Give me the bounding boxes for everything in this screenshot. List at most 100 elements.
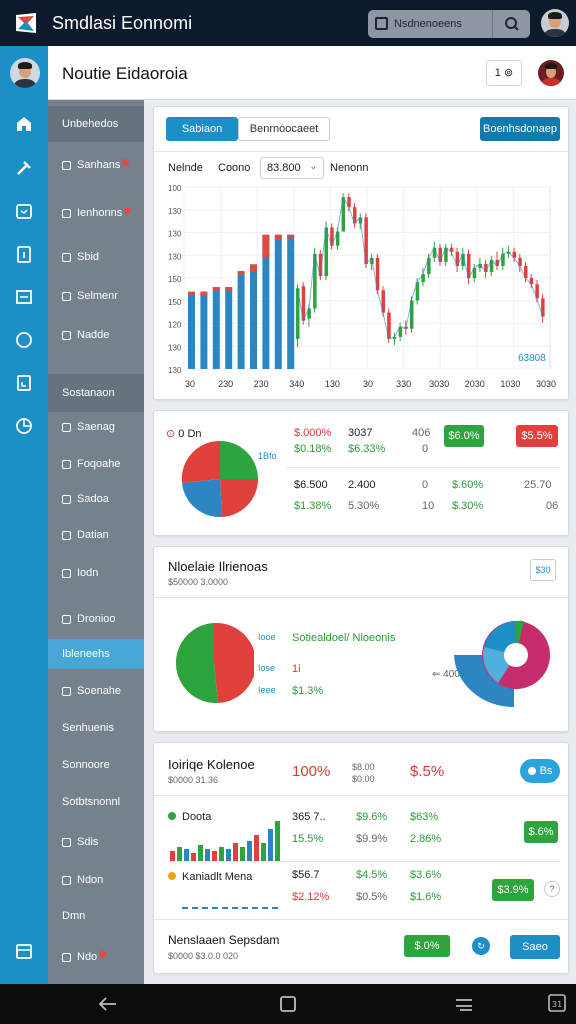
footer-positive-button[interactable]: $.0% <box>404 935 450 957</box>
sidebar-item[interactable]: Ienhonns <box>48 198 144 228</box>
sidebar-item[interactable]: Foqoahe <box>48 449 144 479</box>
sidebar-item[interactable]: Sotbtsnonnl <box>48 787 144 817</box>
sidebar-item[interactable]: Datian <box>48 520 144 550</box>
search-button[interactable] <box>492 10 530 38</box>
y-tick-label: 130 <box>168 366 182 375</box>
action-button[interactable]: Boenhsdonaep <box>480 117 560 141</box>
sidebar-item[interactable]: Dmn <box>48 901 144 931</box>
value-cell: 10 <box>422 500 435 512</box>
rail-avatar[interactable] <box>10 58 40 88</box>
sidebar-item[interactable]: Soenahe <box>48 676 144 706</box>
volume-bar <box>200 291 208 369</box>
chart-icon[interactable] <box>14 287 34 307</box>
home-icon[interactable] <box>278 994 298 1014</box>
value-cell: $56.7 <box>292 869 320 881</box>
screenshot-icon[interactable]: 31 <box>546 992 568 1014</box>
y-tick-label: 150 <box>168 298 182 307</box>
app-logo-icon[interactable] <box>14 11 38 35</box>
negative-change-button[interactable]: $5.5% <box>516 425 558 447</box>
filter-pill[interactable]: Bs <box>520 759 560 783</box>
tab-inactive[interactable]: Benrnoocaeet <box>238 117 330 141</box>
pie-chart-icon[interactable] <box>14 416 34 436</box>
clipboard-icon[interactable] <box>14 244 34 264</box>
chat-icon[interactable] <box>14 330 34 350</box>
filter-label: Nenonn <box>330 162 369 174</box>
volume-bar-cap <box>262 234 270 258</box>
x-tick-label: 330 <box>396 379 411 389</box>
svg-text:31: 31 <box>552 1000 562 1009</box>
sidebar-item[interactable]: Selmenr <box>48 281 144 311</box>
sidebar-section-title: Unbehedos <box>48 106 144 142</box>
market-chart-card: Sabiaon Benrnoocaeet Boenhsdonaep Nelnde… <box>153 106 569 400</box>
summary-pie <box>182 441 258 517</box>
document-icon[interactable] <box>14 373 34 393</box>
sidebar-item[interactable]: Sonnoore <box>48 750 144 780</box>
value-cell: $4.5% <box>356 869 388 881</box>
volume-bar <box>212 287 220 369</box>
value-cell: 06 <box>546 500 559 512</box>
pie-label: Ieee <box>258 685 276 695</box>
sidebar-item[interactable]: Nadde <box>48 320 144 350</box>
home-icon[interactable] <box>14 114 34 134</box>
sidebar-item[interactable]: Ndon <box>48 865 144 895</box>
header-avatar[interactable] <box>538 60 564 86</box>
sidebar-item[interactable]: Sanhans <box>48 150 144 180</box>
archive-icon[interactable] <box>14 941 34 961</box>
notification-button[interactable]: 1 ⊚ <box>486 60 522 86</box>
value-cell: $9.6% <box>356 811 388 823</box>
calendar-icon[interactable] <box>14 201 34 221</box>
x-tick-label: 30 <box>185 379 195 389</box>
positive-change-button[interactable]: $.6% <box>524 821 558 843</box>
tools-icon[interactable] <box>14 158 34 178</box>
value-cell: $6.500 <box>294 479 328 491</box>
sidebar-item[interactable]: Sdis <box>48 827 144 857</box>
value-cell: 0 <box>422 443 429 455</box>
value-cell: $.60% <box>452 479 484 491</box>
x-tick-label: 1030 <box>500 379 520 389</box>
value-cell: $1.38% <box>294 500 332 512</box>
sidebar-item[interactable]: Dronioo <box>48 604 144 634</box>
card-subtitle: $0000 31.36 <box>168 775 219 785</box>
notification-badge <box>124 206 132 214</box>
info-icon[interactable]: ? <box>544 881 560 897</box>
sidebar-item[interactable]: Ndo <box>48 942 144 972</box>
volume-bar <box>225 287 233 369</box>
sidebar-item[interactable]: Sbid <box>48 242 144 272</box>
sidebar-item-active[interactable]: Ibleneehs <box>48 639 144 669</box>
search-input[interactable]: Nsdnenoeens <box>368 10 492 38</box>
volume-bar-cap <box>225 287 233 291</box>
y-tick-label: 100 <box>168 184 182 193</box>
value-cell: $63% <box>410 811 439 823</box>
value-cell: $1.6% <box>410 891 442 903</box>
tab-active[interactable]: Sabiaon <box>166 117 238 141</box>
sidebar-item[interactable]: Saenag <box>48 412 144 442</box>
user-avatar[interactable] <box>541 9 569 37</box>
value-select[interactable]: 83.800 ⌄ <box>260 157 324 179</box>
value-cell: 25.70 <box>524 479 552 491</box>
pie-label: Iooe <box>258 632 276 642</box>
sidebar-item[interactable]: Iodn <box>48 558 144 588</box>
positive-change-button[interactable]: $6.0% <box>444 425 484 447</box>
value-cell: 3037 <box>348 427 373 439</box>
back-icon[interactable] <box>96 994 120 1014</box>
refresh-icon[interactable]: ↻ <box>472 937 490 955</box>
y-tick-label: 130 <box>168 230 182 239</box>
card-menu-button[interactable]: $30 <box>530 559 556 581</box>
holdings-card: Ioiriqe Kolenoe $0000 31.36 100% $8.00 $… <box>153 742 569 974</box>
recents-icon[interactable] <box>452 994 476 1014</box>
x-tick-label: 230 <box>254 379 269 389</box>
summary-card: ⊙ 0 Dn 1Bfo $.000% $0.18% 3037 $6.33% 40… <box>153 410 569 536</box>
footer-action-button[interactable]: Saeo <box>510 935 560 959</box>
volume-bar-cap <box>200 291 208 296</box>
sidebar-item[interactable]: Sadoa <box>48 484 144 514</box>
x-tick-label: 3030 <box>429 379 449 389</box>
card-subtitle: $50000 3.0000 <box>168 577 229 587</box>
search-icon <box>505 17 519 31</box>
sidebar-item[interactable]: Senhuenis <box>48 713 144 743</box>
x-tick-label: 2030 <box>465 379 485 389</box>
positive-change-button[interactable]: $3.9% <box>492 879 534 901</box>
notification-badge <box>99 950 107 958</box>
sidebar-section-title: Sostanaon <box>48 374 144 412</box>
filter-label: Coono <box>218 162 251 174</box>
page-title: Noutie Eidaoroia <box>62 64 188 83</box>
